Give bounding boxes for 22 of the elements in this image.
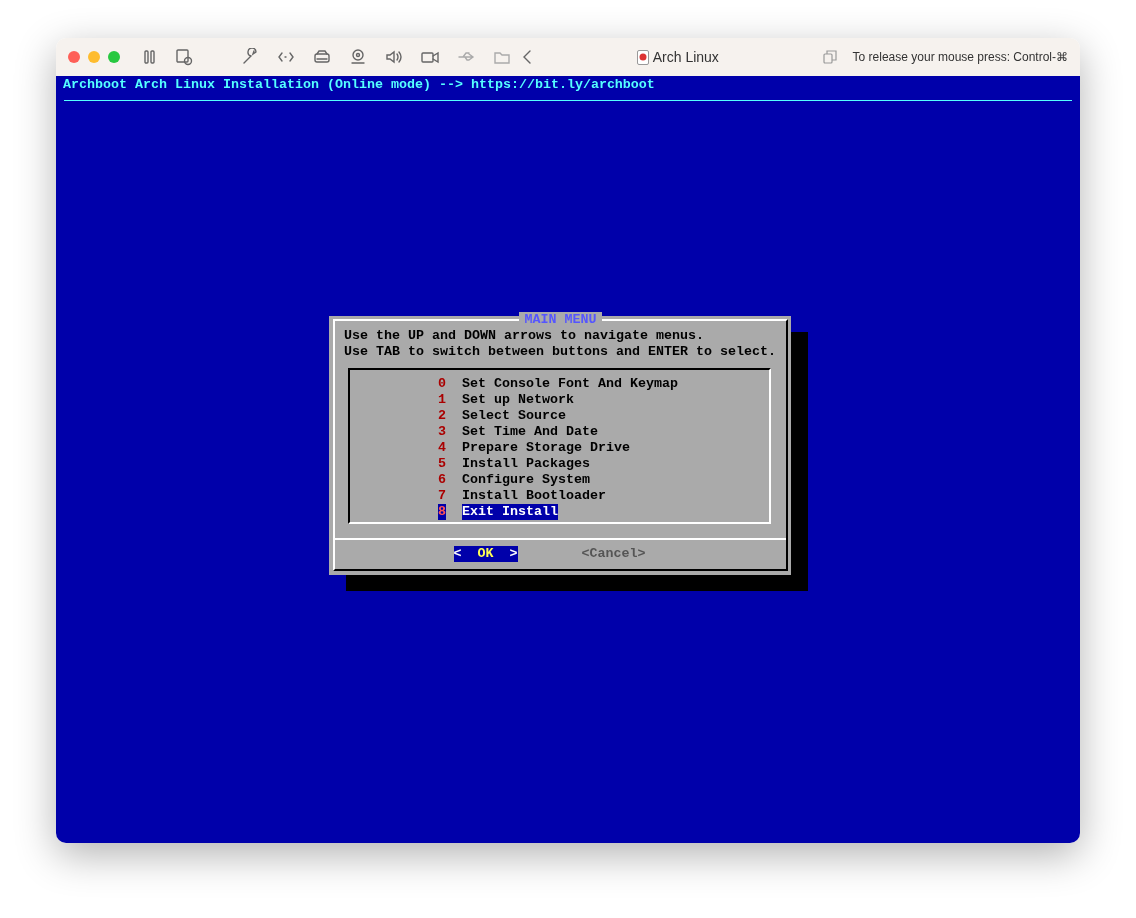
header-text: Archboot Arch Linux Installation (Online mode) --> https://bit.ly/archboot — [62, 77, 656, 93]
webcam-icon[interactable] — [349, 48, 367, 66]
menu-item[interactable]: Select Source — [462, 408, 566, 424]
menu-item[interactable]: Set Time And Date — [462, 424, 598, 440]
screen-settings-icon[interactable] — [175, 48, 193, 66]
menu-item-key[interactable]: 8 — [438, 504, 446, 520]
instruction-text: Use the UP and DOWN arrows to navigate menus. — [343, 328, 705, 344]
menu-item[interactable]: Set up Network — [462, 392, 574, 408]
menu-item[interactable]: Install Packages — [462, 456, 590, 472]
menu-item[interactable]: Configure System — [462, 472, 590, 488]
window-title: Arch Linux — [652, 47, 719, 67]
mouse-release-hint: To release your mouse press: Control-⌘ — [852, 49, 1068, 66]
menu-item[interactable]: Exit Install — [462, 504, 558, 520]
menu-item[interactable]: Set Console Font And Keymap — [462, 376, 678, 392]
ok-button[interactable]: < OK > — [453, 546, 518, 562]
instruction-text: Use TAB to switch between buttons and ENTER to select. — [343, 344, 777, 360]
speaker-icon[interactable] — [385, 48, 403, 66]
window-control-button[interactable] — [68, 51, 80, 63]
menu-item[interactable]: Prepare Storage Drive — [462, 440, 630, 456]
disk-drive-icon[interactable] — [313, 48, 331, 66]
menu-item[interactable]: Install Bootloader — [462, 488, 606, 504]
pause-icon[interactable] — [142, 48, 157, 66]
